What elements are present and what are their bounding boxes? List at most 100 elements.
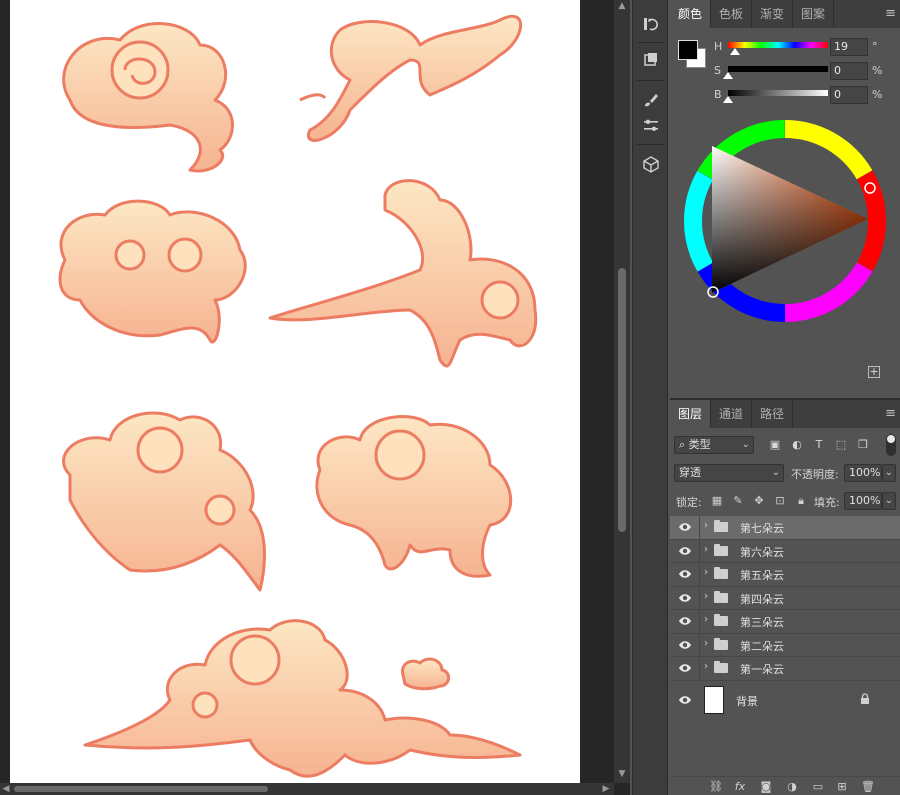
link-layers-icon[interactable]: ⛓ — [708, 780, 724, 794]
canvas-workspace[interactable]: ▲ ▼ ◀ ▶ — [0, 0, 630, 795]
vertical-scrollbar[interactable]: ▲ ▼ — [614, 0, 630, 783]
eye-icon — [679, 546, 691, 555]
layers-panel-menu-icon[interactable]: ≡ — [885, 400, 896, 428]
visibility-toggle[interactable] — [670, 610, 700, 633]
layer-name[interactable]: 第五朵云 — [740, 567, 784, 583]
opacity-input[interactable]: 100% — [844, 464, 882, 482]
blend-mode-select[interactable]: 穿透 ⌄ — [674, 464, 784, 482]
visibility-toggle[interactable] — [670, 633, 700, 656]
add-swatch-icon[interactable]: + — [868, 366, 880, 378]
tab-swatches[interactable]: 色板 — [711, 0, 753, 28]
background-layer-row[interactable]: 背景 — [670, 680, 900, 719]
filter-adjustment-icon[interactable]: ◐ — [790, 438, 804, 452]
fill-dropdown[interactable]: ⌄ — [882, 492, 896, 510]
tab-color[interactable]: 颜色 — [670, 0, 712, 28]
add-layer-style-button[interactable]: fx — [732, 780, 748, 794]
color-wheel[interactable] — [680, 116, 890, 326]
filter-shape-icon[interactable]: ⬚ — [834, 438, 848, 452]
saturation-knob[interactable] — [723, 72, 733, 79]
tab-gradients[interactable]: 渐变 — [752, 0, 794, 28]
lock-position-icon[interactable]: ✥ — [752, 494, 766, 508]
layer-name[interactable]: 第三朵云 — [740, 614, 784, 630]
scroll-down-icon[interactable]: ▼ — [616, 768, 628, 780]
eye-icon — [679, 617, 691, 625]
foreground-color-swatch[interactable] — [678, 40, 698, 60]
cloud-shape — [62, 22, 234, 173]
search-icon: ⌕ — [679, 438, 689, 451]
layer-group-row[interactable]: › 第一朵云 — [670, 657, 900, 681]
filter-type-icon[interactable]: T — [812, 438, 826, 452]
layer-filter-select[interactable]: ⌕ 类型 ⌄ — [674, 436, 754, 454]
filter-smart-object-icon[interactable]: ❐ — [856, 438, 870, 452]
expand-arrow-icon[interactable]: › — [704, 661, 708, 672]
filter-toggle[interactable] — [886, 434, 896, 456]
new-group-icon[interactable]: ▭ — [810, 780, 826, 794]
expand-arrow-icon[interactable]: › — [704, 591, 708, 602]
folder-icon — [714, 543, 728, 556]
scroll-left-icon[interactable]: ◀ — [0, 783, 12, 795]
hue-slider[interactable] — [728, 42, 828, 48]
history-icon[interactable] — [639, 12, 663, 36]
layer-name[interactable]: 背景 — [736, 693, 758, 709]
tab-paths[interactable]: 路径 — [752, 400, 794, 428]
eye-icon — [679, 695, 691, 704]
fill-input[interactable]: 100% — [844, 492, 882, 510]
document-canvas[interactable] — [10, 0, 580, 783]
color-triangle[interactable] — [712, 146, 868, 293]
visibility-toggle[interactable] — [670, 586, 700, 609]
tab-channels[interactable]: 通道 — [711, 400, 753, 428]
hue-input[interactable]: 19 — [830, 38, 868, 56]
layer-group-row[interactable]: › 第四朵云 — [670, 586, 900, 610]
layer-group-row[interactable]: › 第七朵云 — [670, 516, 900, 540]
visibility-toggle[interactable] — [670, 516, 700, 539]
expand-arrow-icon[interactable]: › — [704, 614, 708, 625]
layer-group-row[interactable]: › 第二朵云 — [670, 633, 900, 657]
hue-knob[interactable] — [730, 48, 740, 55]
brightness-knob[interactable] — [723, 96, 733, 103]
brightness-input[interactable]: 0 — [830, 86, 868, 104]
saturation-input[interactable]: 0 — [830, 62, 868, 80]
lock-artboard-icon[interactable]: ⊡ — [773, 494, 787, 508]
saturation-slider[interactable] — [728, 66, 828, 72]
lock-image-pixels-icon[interactable]: ✎ — [731, 494, 745, 508]
panel-menu-icon[interactable]: ≡ — [885, 0, 896, 28]
3d-cube-icon[interactable] — [639, 152, 663, 176]
layer-name[interactable]: 第一朵云 — [740, 661, 784, 677]
expand-arrow-icon[interactable]: › — [704, 638, 708, 649]
layer-name[interactable]: 第六朵云 — [740, 544, 784, 560]
add-mask-icon[interactable]: ◙ — [758, 780, 774, 794]
visibility-toggle[interactable] — [670, 681, 700, 719]
visibility-toggle[interactable] — [670, 539, 700, 562]
visibility-toggle[interactable] — [670, 657, 700, 680]
layer-group-row[interactable]: › 第六朵云 — [670, 539, 900, 563]
layer-name[interactable]: 第七朵云 — [740, 520, 784, 536]
delete-layer-icon[interactable]: 🗑︎ — [860, 780, 876, 794]
expand-arrow-icon[interactable]: › — [704, 520, 708, 531]
horizontal-scrollbar[interactable]: ◀ ▶ — [0, 783, 614, 795]
vertical-scroll-thumb[interactable] — [618, 268, 626, 532]
lock-all-icon[interactable]: 🔒︎ — [794, 494, 808, 508]
layer-name[interactable]: 第二朵云 — [740, 638, 784, 654]
brightness-slider[interactable] — [728, 90, 828, 96]
scroll-right-icon[interactable]: ▶ — [600, 783, 612, 795]
expand-arrow-icon[interactable]: › — [704, 544, 708, 555]
expand-arrow-icon[interactable]: › — [704, 567, 708, 578]
horizontal-scroll-thumb[interactable] — [14, 786, 268, 792]
adjustments-icon[interactable] — [639, 114, 663, 138]
new-adjustment-layer-icon[interactable]: ◑ — [784, 780, 800, 794]
libraries-icon[interactable] — [639, 48, 663, 72]
lock-transparent-pixels-icon[interactable]: ▦ — [710, 494, 724, 508]
new-layer-icon[interactable]: ⊞ — [834, 780, 850, 794]
layer-name[interactable]: 第四朵云 — [740, 591, 784, 607]
filter-pixel-icon[interactable]: ▣ — [768, 438, 782, 452]
tab-layers[interactable]: 图层 — [670, 400, 712, 428]
layer-group-row[interactable]: › 第五朵云 — [670, 563, 900, 587]
tab-patterns[interactable]: 图案 — [793, 0, 835, 28]
visibility-toggle[interactable] — [670, 563, 700, 586]
opacity-label: 不透明度: — [791, 468, 839, 481]
layer-group-row[interactable]: › 第三朵云 — [670, 610, 900, 634]
scroll-up-icon[interactable]: ▲ — [616, 0, 628, 12]
layer-filter-row: ⌕ 类型 ⌄ ▣ ◐ T ⬚ ❐ — [674, 434, 896, 456]
brush-settings-icon[interactable] — [639, 88, 663, 112]
opacity-dropdown[interactable]: ⌄ — [882, 464, 896, 482]
